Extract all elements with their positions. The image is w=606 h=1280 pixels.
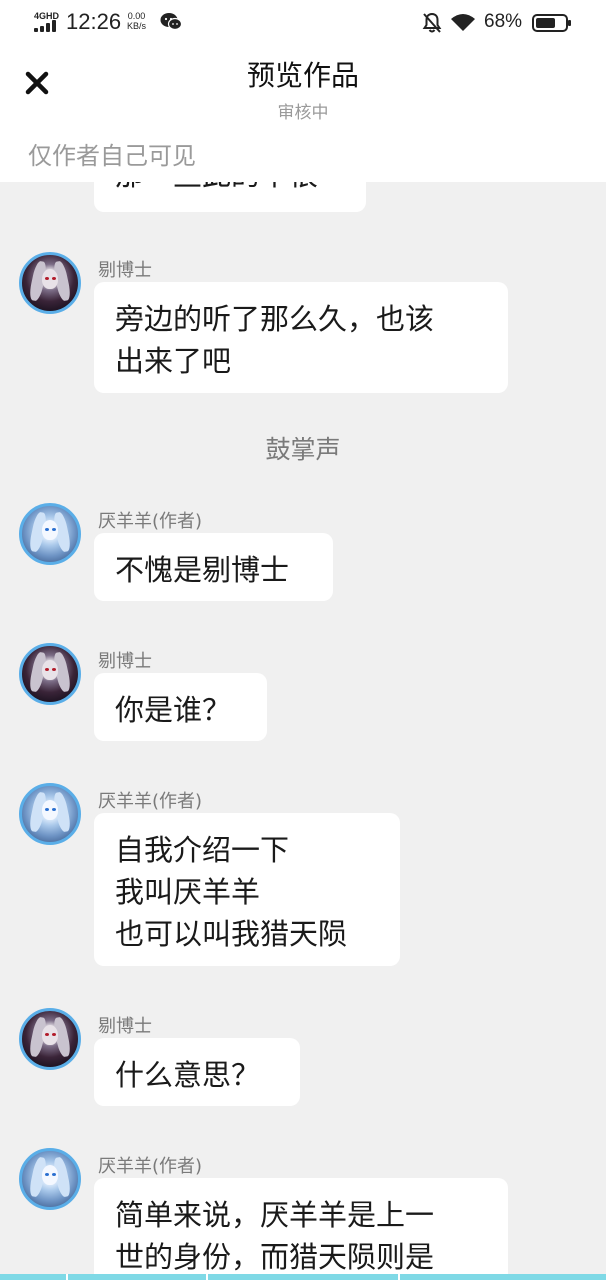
- sender-name: 厌羊羊(作者): [98, 791, 203, 812]
- avatar-ti-boshi[interactable]: [19, 643, 81, 705]
- chat-area[interactable]: 那一些此的华很 剔博士 旁边的听了那么久，也该 出来了吧 鼓掌声 厌羊羊(作者)…: [0, 182, 606, 1280]
- message-bubble[interactable]: 旁边的听了那么久，也该 出来了吧: [94, 282, 508, 393]
- wechat-icon: [160, 13, 182, 31]
- sender-name: 剔博士: [98, 260, 152, 281]
- sender-name: 剔博士: [98, 1016, 152, 1037]
- header: 预览作品 审核中 仅作者自己可见: [0, 46, 606, 182]
- signal-icon: [34, 20, 60, 32]
- page-title: 预览作品: [246, 59, 359, 92]
- review-status: 审核中: [277, 103, 329, 123]
- visibility-note: 仅作者自己可见: [28, 142, 196, 170]
- sender-name: 厌羊羊(作者): [98, 511, 203, 532]
- battery-icon: [532, 14, 571, 32]
- network-speed: 0.00 KB/s: [127, 11, 146, 31]
- bottom-toolbar-edge: [0, 1274, 606, 1280]
- status-time: 12:26: [66, 9, 122, 34]
- message-bubble[interactable]: 简单来说，厌羊羊是上一 世的身份，而猎天陨则是: [94, 1178, 508, 1280]
- avatar-yan-yangyang[interactable]: [19, 783, 81, 845]
- status-bar: 4GHD 12:26 0.00 KB/s 68%: [0, 0, 606, 46]
- sender-name: 剔博士: [98, 651, 152, 672]
- avatar-yan-yangyang[interactable]: [19, 503, 81, 565]
- message-bubble[interactable]: 你是谁？: [94, 673, 267, 741]
- message-bubble[interactable]: 什么意思？: [94, 1038, 300, 1106]
- wifi-icon: [451, 14, 475, 31]
- message-bubble[interactable]: 自我介绍一下 我叫厌羊羊 也可以叫我猎天陨: [94, 813, 400, 966]
- battery-percentage: 68%: [484, 11, 523, 32]
- sender-name: 厌羊羊(作者): [98, 1156, 203, 1177]
- message-bubble[interactable]: 不愧是剔博士: [94, 533, 333, 601]
- message-bubble-partial: 那一些此的华很: [94, 182, 366, 212]
- avatar-ti-boshi[interactable]: [19, 1008, 81, 1070]
- avatar-yan-yangyang[interactable]: [19, 1148, 81, 1210]
- system-message: 鼓掌声: [265, 435, 341, 464]
- bell-muted-icon: [422, 12, 442, 33]
- avatar-ti-boshi[interactable]: [19, 252, 81, 314]
- speed-unit: KB/s: [127, 21, 147, 31]
- speed-value: 0.00: [127, 11, 146, 21]
